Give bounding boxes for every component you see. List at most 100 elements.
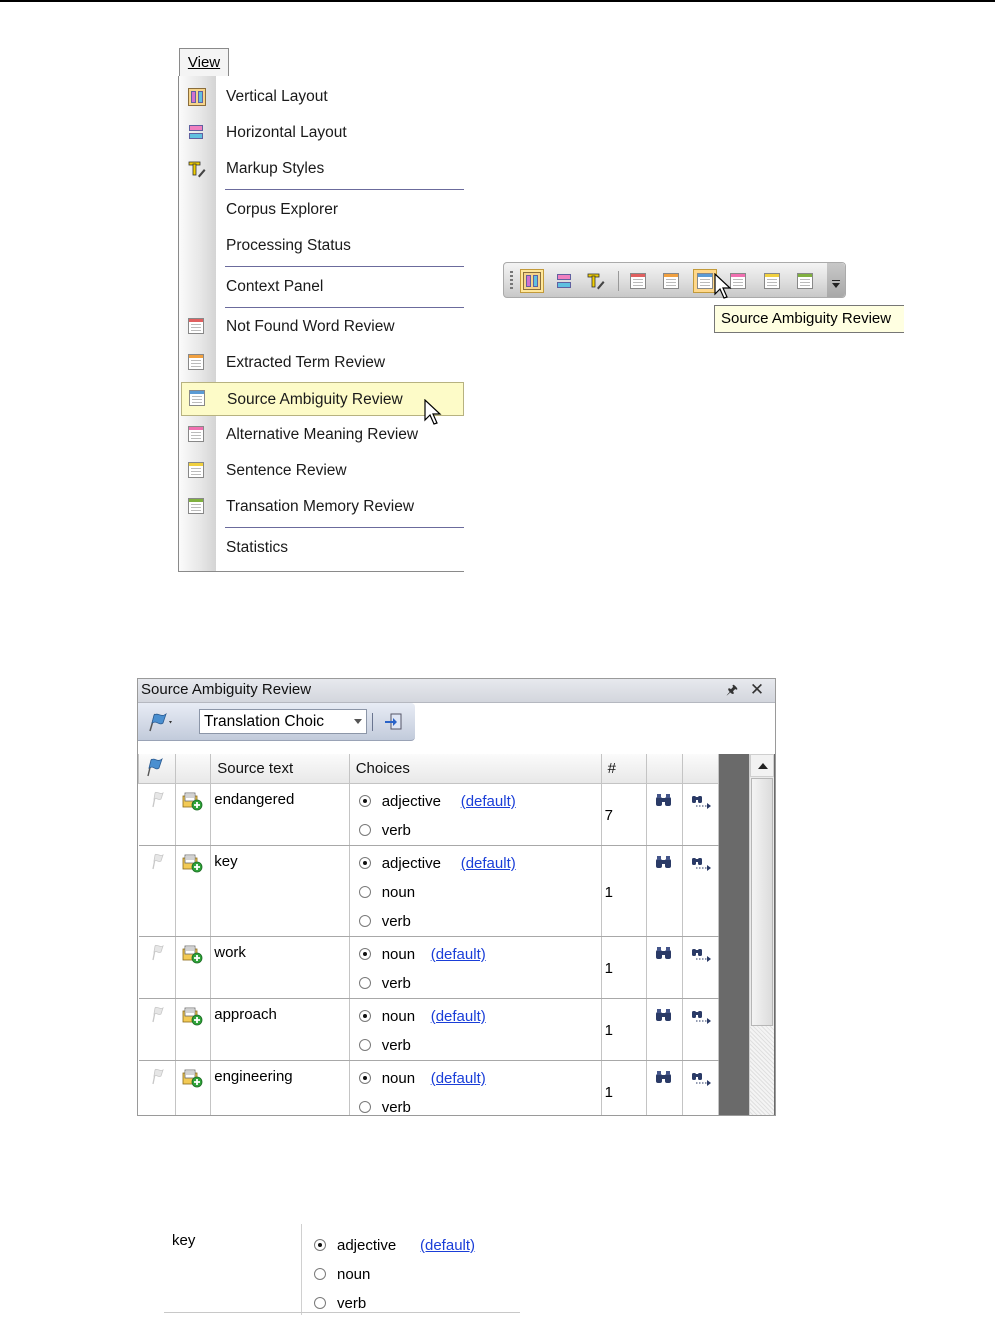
find-next-cell[interactable]: [682, 845, 720, 937]
toolbar-grip[interactable]: [510, 271, 513, 291]
add-term-icon[interactable]: [181, 791, 210, 815]
menu-item-sentence-review[interactable]: Sentence Review: [179, 454, 464, 488]
radio-button[interactable]: [358, 1072, 371, 1084]
menu-item-extracted-term-review[interactable]: Extracted Term Review: [179, 346, 464, 380]
find-next-cell[interactable]: [682, 998, 720, 1061]
close-icon[interactable]: ✕: [749, 681, 765, 698]
menu-item-markup-styles[interactable]: Markup Styles: [179, 152, 464, 186]
toolbar-overflow-button[interactable]: [827, 263, 845, 297]
choice-option[interactable]: noun (default): [350, 1002, 601, 1031]
add-cell[interactable]: [175, 1060, 212, 1115]
toolbar-translation-memory-review-button[interactable]: [793, 269, 817, 293]
radio-button[interactable]: [314, 1239, 326, 1251]
menu-item-corpus-explorer[interactable]: Corpus Explorer: [179, 193, 464, 227]
radio-button[interactable]: [358, 1010, 371, 1022]
default-link[interactable]: (default): [431, 1064, 486, 1093]
binoculars-icon[interactable]: [655, 1070, 682, 1088]
view-menu-title[interactable]: View: [179, 48, 229, 76]
choice-option[interactable]: verb: [350, 1031, 601, 1060]
choice-option[interactable]: verb: [305, 1289, 520, 1318]
menu-item-context-panel[interactable]: Context Panel: [179, 270, 464, 304]
column-header-count[interactable]: #: [600, 754, 647, 784]
toolbar-not-found-word-review-button[interactable]: [626, 269, 650, 293]
menu-item-not-found-word-review[interactable]: Not Found Word Review: [179, 310, 464, 344]
radio-button[interactable]: [358, 886, 371, 898]
choice-option[interactable]: adjective (default): [305, 1231, 520, 1260]
find-cell[interactable]: [646, 998, 683, 1061]
flag-icon[interactable]: [149, 1005, 176, 1027]
find-cell[interactable]: [646, 783, 683, 846]
radio-button[interactable]: [358, 857, 371, 869]
choice-option[interactable]: noun (default): [350, 940, 601, 969]
radio-button[interactable]: [358, 795, 371, 807]
find-cell[interactable]: [646, 845, 683, 937]
menu-item-source-ambiguity-review[interactable]: Source Ambiguity Review: [181, 382, 464, 425]
toolbar-vertical-layout-button[interactable]: [520, 269, 544, 293]
find-next-icon[interactable]: [691, 855, 718, 875]
apply-button[interactable]: [382, 711, 404, 733]
default-link[interactable]: (default): [461, 787, 516, 816]
find-next-icon[interactable]: [691, 793, 718, 813]
column-header-flag[interactable]: [138, 754, 177, 784]
radio-button[interactable]: [358, 1101, 371, 1113]
find-next-cell[interactable]: [682, 936, 720, 999]
binoculars-icon[interactable]: [655, 793, 682, 811]
flag-filter-button[interactable]: [146, 711, 176, 733]
column-header-find-next[interactable]: [681, 754, 720, 784]
menu-item-vertical-layout[interactable]: Vertical Layout: [179, 80, 464, 114]
add-term-icon[interactable]: [181, 944, 210, 968]
flag-icon[interactable]: [149, 1067, 176, 1089]
add-term-icon[interactable]: [181, 1006, 210, 1030]
toolbar-extracted-term-review-button[interactable]: [659, 269, 683, 293]
toolbar-sentence-review-button[interactable]: [760, 269, 784, 293]
flag-cell[interactable]: [138, 936, 177, 999]
add-cell[interactable]: [175, 998, 212, 1061]
find-next-cell[interactable]: [682, 1060, 720, 1115]
default-link[interactable]: (default): [431, 940, 486, 969]
find-cell[interactable]: [646, 1060, 683, 1115]
add-cell[interactable]: [175, 783, 212, 846]
find-cell[interactable]: [646, 936, 683, 999]
add-cell[interactable]: [175, 936, 212, 999]
flag-cell[interactable]: [138, 783, 177, 846]
column-header-source-text[interactable]: Source text: [210, 754, 350, 784]
filter-combo[interactable]: Translation Choic: [199, 709, 367, 734]
default-link[interactable]: (default): [461, 849, 516, 878]
radio-button[interactable]: [358, 824, 371, 836]
radio-button[interactable]: [314, 1268, 326, 1280]
radio-button[interactable]: [314, 1297, 326, 1309]
flag-icon[interactable]: [149, 943, 176, 965]
flag-cell[interactable]: [138, 845, 177, 937]
add-term-icon[interactable]: [181, 1068, 210, 1092]
scroll-up-button[interactable]: [750, 754, 774, 777]
find-next-cell[interactable]: [682, 783, 720, 846]
choice-option[interactable]: verb: [350, 816, 601, 845]
find-next-icon[interactable]: [691, 946, 718, 966]
choice-option[interactable]: adjective (default): [350, 849, 601, 878]
flag-icon[interactable]: [149, 790, 176, 812]
add-cell[interactable]: [175, 845, 212, 937]
choice-option[interactable]: verb: [350, 1093, 601, 1115]
flag-cell[interactable]: [138, 998, 177, 1061]
binoculars-icon[interactable]: [655, 946, 682, 964]
default-link[interactable]: (default): [420, 1231, 475, 1260]
menu-item-statistics[interactable]: Statistics: [179, 531, 464, 565]
choice-option[interactable]: adjective (default): [350, 787, 601, 816]
choice-option[interactable]: noun: [350, 878, 601, 907]
scroll-thumb[interactable]: [751, 778, 773, 1026]
choice-option[interactable]: verb: [350, 969, 601, 998]
menu-item-horizontal-layout[interactable]: Horizontal Layout: [179, 116, 464, 150]
toolbar-markup-styles-button[interactable]: [584, 269, 608, 293]
toolbar-horizontal-layout-button[interactable]: [552, 269, 576, 293]
find-next-icon[interactable]: [691, 1070, 718, 1090]
flag-icon[interactable]: [149, 852, 176, 874]
radio-button[interactable]: [358, 1039, 371, 1051]
menu-item-processing-status[interactable]: Processing Status: [179, 229, 464, 263]
choice-option[interactable]: noun: [305, 1260, 520, 1289]
binoculars-icon[interactable]: [655, 855, 682, 873]
vertical-scrollbar[interactable]: [749, 754, 774, 1115]
scroll-track[interactable]: [750, 1026, 774, 1115]
pin-icon[interactable]: 🖈: [725, 683, 739, 697]
radio-button[interactable]: [358, 948, 371, 960]
radio-button[interactable]: [358, 977, 371, 989]
